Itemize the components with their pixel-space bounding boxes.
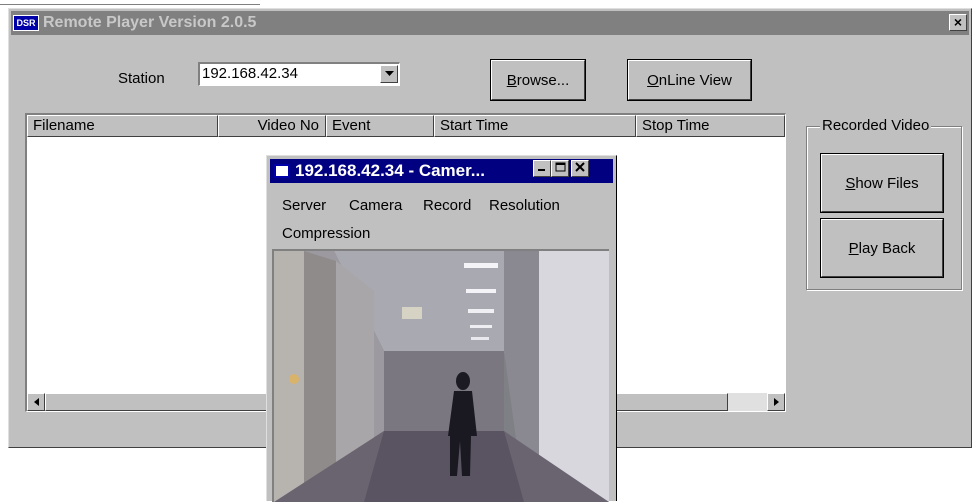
menu-server[interactable]: Server xyxy=(282,197,326,214)
recorded-video-label: Recorded Video xyxy=(820,117,932,134)
close-icon[interactable] xyxy=(571,160,589,177)
station-label: Station xyxy=(118,70,165,87)
column-event[interactable]: Event xyxy=(326,115,434,137)
minimize-icon[interactable] xyxy=(533,160,551,177)
browse-button[interactable]: Browse... xyxy=(490,59,586,101)
column-start-time[interactable]: Start Time xyxy=(434,115,636,137)
camera-window-title: 192.168.42.34 - Camer... xyxy=(295,161,485,180)
title-bar[interactable]: DSR Remote Player Version 2.0.5 × xyxy=(11,11,969,35)
camera-app-icon xyxy=(274,164,290,178)
show-files-button[interactable]: Show Files xyxy=(820,153,944,213)
station-combo[interactable]: 192.168.42.34 xyxy=(198,62,400,86)
online-view-button[interactable]: OnLine View xyxy=(627,59,752,101)
column-stop-time[interactable]: Stop Time xyxy=(636,115,785,137)
window-title: Remote Player Version 2.0.5 xyxy=(43,14,257,31)
scroll-right-icon[interactable] xyxy=(767,393,785,411)
menu-camera[interactable]: Camera xyxy=(349,197,402,214)
menu-resolution[interactable]: Resolution xyxy=(489,197,560,214)
camera-window: 192.168.42.34 - Camer... Server Camera R… xyxy=(266,155,617,502)
column-filename[interactable]: Filename xyxy=(27,115,218,137)
top-strip xyxy=(0,0,260,5)
menu-compression[interactable]: Compression xyxy=(282,225,370,242)
maximize-icon[interactable] xyxy=(551,160,569,177)
menu-record[interactable]: Record xyxy=(423,197,471,214)
play-back-button[interactable]: Play Back xyxy=(820,218,944,278)
station-value: 192.168.42.34 xyxy=(202,65,298,82)
scroll-left-icon[interactable] xyxy=(27,393,45,411)
chevron-down-icon[interactable] xyxy=(380,65,398,83)
close-button[interactable]: × xyxy=(949,14,967,31)
camera-video-feed xyxy=(272,249,609,502)
column-video-no[interactable]: Video No xyxy=(218,115,326,137)
app-icon: DSR xyxy=(13,15,39,31)
